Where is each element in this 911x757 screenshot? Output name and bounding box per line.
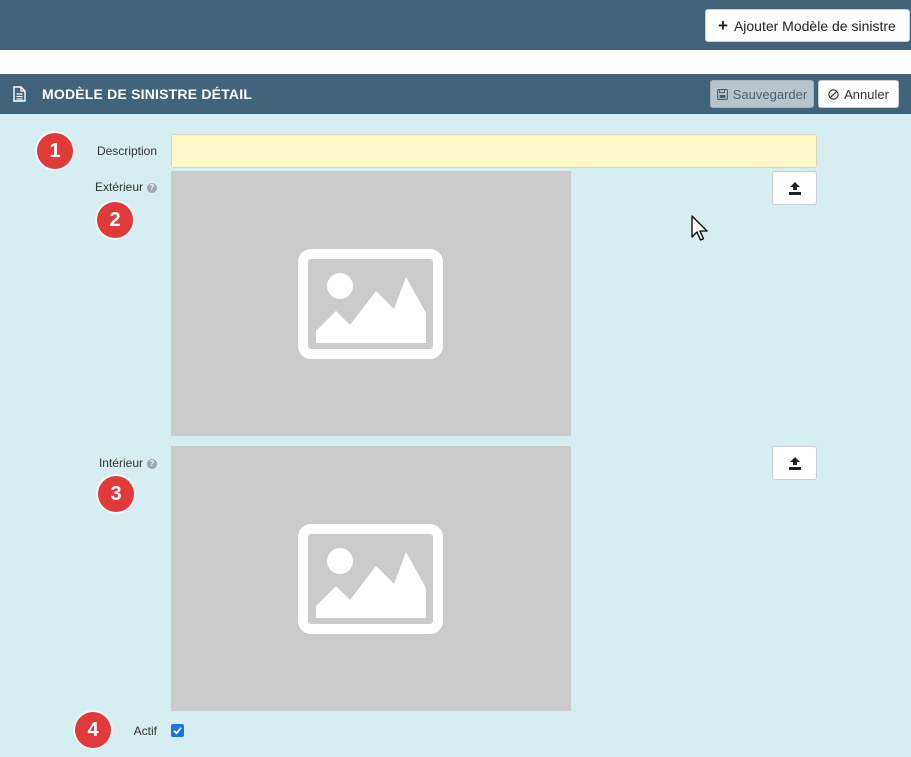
- mouse-cursor-icon: [691, 215, 708, 241]
- exterior-upload-button[interactable]: [772, 171, 817, 205]
- interior-image-placeholder[interactable]: [171, 446, 571, 711]
- cancel-button[interactable]: Annuler: [818, 80, 899, 108]
- annotation-badge-4: 4: [75, 712, 111, 748]
- exterior-image-placeholder[interactable]: [171, 171, 571, 436]
- ban-icon: [828, 88, 839, 100]
- upload-icon: [788, 456, 801, 470]
- upload-icon: [788, 181, 801, 195]
- interior-label: Intérieur: [98, 456, 143, 470]
- add-model-button[interactable]: + Ajouter Modèle de sinistre: [705, 9, 910, 42]
- check-icon: [173, 727, 182, 735]
- annotation-badge-3: 3: [98, 476, 134, 512]
- panel-title: MODÈLE DE SINISTRE DÉTAIL: [42, 86, 253, 102]
- help-icon[interactable]: ?: [147, 459, 157, 469]
- save-label: Sauvegarder: [732, 86, 808, 102]
- save-button[interactable]: Sauvegarder: [710, 80, 814, 108]
- interior-label-wrap: Intérieur?: [60, 456, 157, 470]
- actif-checkbox[interactable]: [171, 724, 184, 737]
- interior-upload-button[interactable]: [772, 446, 817, 480]
- exterior-label-wrap: Extérieur?: [60, 180, 157, 194]
- cancel-label: Annuler: [844, 86, 889, 102]
- image-placeholder-icon: [298, 524, 443, 634]
- document-icon: [13, 86, 26, 102]
- floppy-disk-icon: [716, 88, 728, 100]
- description-label: Description: [96, 144, 157, 158]
- annotation-badge-2: 2: [97, 202, 133, 238]
- add-model-label: Ajouter Modèle de sinistre: [733, 17, 896, 34]
- help-icon[interactable]: ?: [147, 183, 157, 193]
- actif-label: Actif: [133, 724, 157, 738]
- description-input[interactable]: [171, 134, 817, 168]
- plus-icon: +: [718, 16, 728, 35]
- image-placeholder-icon: [298, 249, 443, 359]
- exterior-label: Extérieur: [94, 180, 143, 194]
- annotation-badge-1: 1: [37, 133, 73, 169]
